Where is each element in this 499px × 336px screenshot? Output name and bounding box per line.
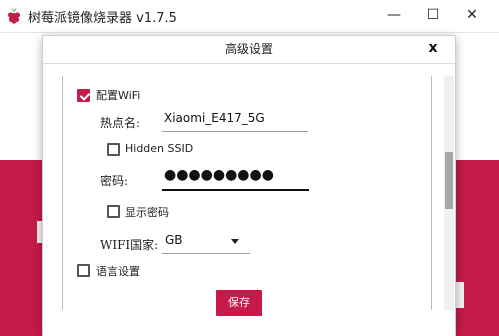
wifi-checkbox-label: 配置WiFi	[96, 89, 141, 102]
password-input[interactable]: ●●●●●●●●●	[164, 167, 274, 183]
settings-scroll-area[interactable]: 配置WiFi 热点名: Xiaomi_E417_5G Hidden SSID 密…	[62, 76, 432, 310]
chevron-down-icon	[231, 239, 239, 244]
ssid-label: 热点名:	[100, 116, 141, 130]
scrollbar-thumb[interactable]	[445, 152, 453, 209]
minimize-button[interactable]: —	[380, 4, 408, 26]
hidden-ssid-checkbox[interactable]	[107, 143, 120, 156]
locale-checkbox[interactable]	[77, 264, 90, 277]
advanced-settings-dialog: 高级设置 x 配置WiFi 热点名: Xiaomi_E417_5G Hidden…	[43, 36, 455, 336]
dialog-scrollbar[interactable]	[444, 76, 454, 310]
password-input-underline	[162, 189, 309, 191]
app-title: 树莓派镜像烧录器 v1.7.5	[28, 11, 177, 26]
show-password-label: 显示密码	[125, 206, 169, 219]
dialog-divider	[43, 63, 455, 64]
wifi-country-underline	[162, 253, 250, 254]
wifi-country-select[interactable]: GB	[162, 230, 250, 252]
wifi-country-label: WIFI国家:	[100, 238, 159, 252]
show-password-checkbox[interactable]	[107, 205, 120, 218]
dialog-title: 高级设置	[224, 42, 273, 56]
password-label: 密码:	[100, 174, 129, 188]
save-button[interactable]: 保存	[216, 290, 262, 316]
close-window-button[interactable]: ✕	[458, 4, 486, 26]
hidden-ssid-label: Hidden SSID	[125, 142, 194, 155]
locale-checkbox-label: 语言设置	[96, 265, 140, 278]
dialog-header: 高级设置 x	[43, 36, 455, 62]
wifi-checkbox[interactable]	[77, 89, 91, 102]
app-titlebar: 树莓派镜像烧录器 v1.7.5 — ☐ ✕	[0, 0, 499, 33]
background-button-right	[454, 282, 464, 308]
raspberry-logo-icon	[8, 7, 20, 24]
ssid-input[interactable]: Xiaomi_E417_5G	[164, 111, 265, 125]
wifi-country-value: GB	[165, 233, 183, 247]
maximize-button[interactable]: ☐	[419, 4, 447, 26]
ssid-input-underline	[162, 131, 308, 132]
dialog-close-button[interactable]: x	[425, 38, 441, 58]
